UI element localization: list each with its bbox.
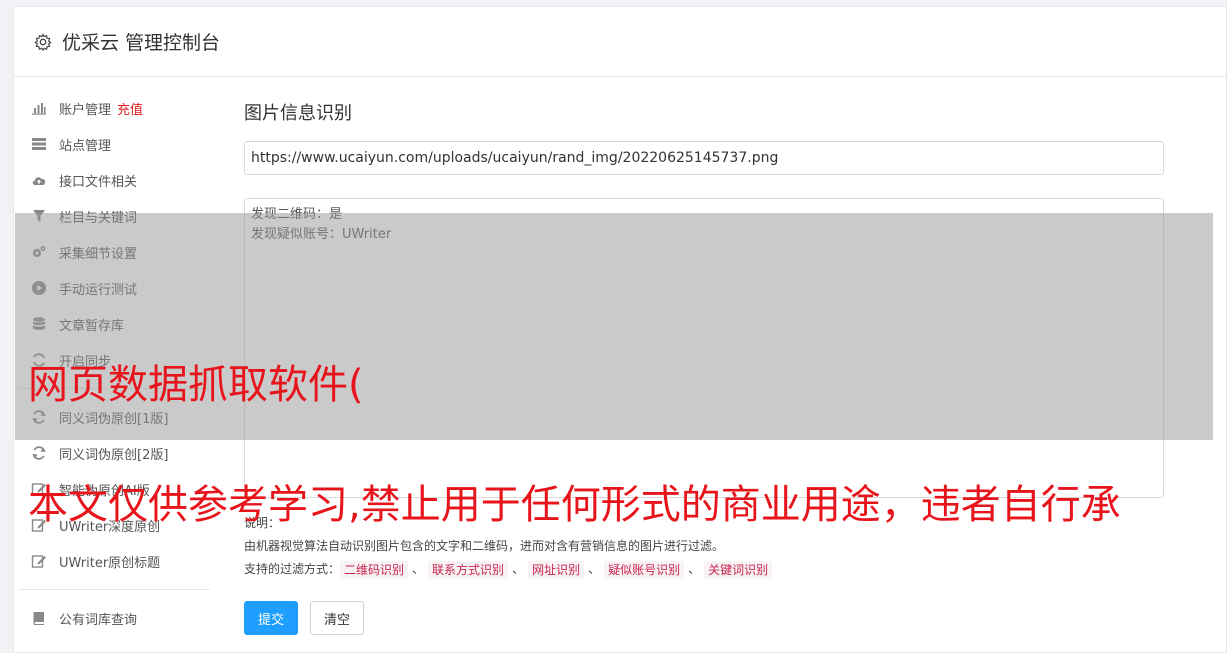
filter-label: 支持的过滤方式：: [244, 562, 341, 576]
cloud-upload-icon: [31, 172, 47, 188]
sidebar-item-label: 手动运行测试: [59, 282, 138, 298]
sidebar-item-uwriter-title[interactable]: UWriter原创标题: [18, 543, 210, 579]
filter-tag: 网址识别: [528, 560, 585, 579]
sidebar-item-label: 采集细节设置: [59, 246, 138, 262]
sidebar-item-interface[interactable]: 接口文件相关: [18, 162, 210, 198]
filter-tag: 联系方式识别: [428, 560, 509, 579]
filter-tag: 二维码识别: [340, 560, 409, 579]
edit-icon: [31, 553, 47, 569]
filter-separator: 、: [588, 562, 601, 576]
image-url-input[interactable]: [244, 141, 1164, 175]
section-title: 图片信息识别: [244, 103, 352, 124]
play-circle-icon: [31, 280, 47, 296]
filter-separator: 、: [412, 562, 425, 576]
header: 优采云 管理控制台: [14, 7, 1226, 77]
sidebar-item-collect-settings[interactable]: 采集细节设置: [18, 234, 210, 270]
filter-icon: [31, 208, 47, 224]
clear-button[interactable]: 清空: [310, 601, 364, 635]
filter-separator: 、: [512, 562, 525, 576]
refresh-icon: [31, 445, 47, 461]
watermark-text: 网页数据抓取软件(: [28, 362, 364, 408]
filter-tag: 关键词识别: [704, 560, 773, 579]
filter-methods: 支持的过滤方式： 二维码识别 、 联系方式识别 、 网址识别 、 疑似账号识别 …: [244, 558, 1164, 581]
sidebar-item-synonym-v2[interactable]: 同义词伪原创[2版]: [18, 435, 210, 471]
bar-chart-icon: [31, 100, 47, 116]
sidebar-item-label: 公有词库查询: [59, 612, 138, 628]
database-icon: [31, 316, 47, 332]
sidebar-item-label: 接口文件相关: [59, 174, 138, 190]
book-icon: [31, 610, 47, 626]
sidebar-item-article-store[interactable]: 文章暂存库: [18, 306, 210, 342]
sidebar-item-label: 同义词伪原创[2版]: [59, 447, 169, 463]
sidebar-item-label: 文章暂存库: [59, 318, 125, 334]
result-textarea[interactable]: 发现二维码：是 发现疑似账号：UWriter: [244, 198, 1164, 498]
sidebar-divider: [18, 589, 210, 590]
cogs-icon: [31, 244, 47, 260]
recharge-link[interactable]: 充值: [117, 99, 143, 118]
result-line: 发现二维码：是: [251, 207, 343, 222]
gear-icon: [34, 32, 52, 51]
sidebar-item-label: 账户管理: [59, 102, 112, 118]
action-buttons: 提交 清空: [244, 601, 1164, 635]
main-content: 图片信息识别 发现二维码：是 发现疑似账号：UWriter 说明： 由机器视觉算…: [244, 98, 1164, 635]
filter-tag: 疑似账号识别: [604, 560, 685, 579]
watermark-text: 本文仅供参考学习,禁止用于任何形式的商业用途，违者自行承: [28, 482, 1121, 528]
sidebar-item-keywords[interactable]: 栏目与关键词: [18, 198, 210, 234]
sidebar-item-sites[interactable]: 站点管理: [18, 126, 210, 162]
sidebar-item-manual-run[interactable]: 手动运行测试: [18, 270, 210, 306]
refresh-icon: [31, 409, 47, 425]
server-icon: [31, 136, 47, 152]
sidebar-item-label: UWriter原创标题: [59, 555, 161, 571]
sidebar-item-account[interactable]: 账户管理 充值: [18, 90, 210, 126]
sidebar-item-label: 同义词伪原创[1版]: [59, 411, 169, 427]
notes-description: 由机器视觉算法自动识别图片包含的文字和二维码，进而对含有营销信息的图片进行过滤。: [244, 539, 725, 553]
filter-separator: 、: [688, 562, 701, 576]
sidebar-item-label: 栏目与关键词: [59, 210, 138, 226]
sidebar-item-public-thesaurus[interactable]: 公有词库查询: [18, 600, 210, 636]
result-line: 发现疑似账号：UWriter: [251, 227, 392, 242]
sidebar-item-label: 站点管理: [59, 138, 112, 154]
submit-button[interactable]: 提交: [244, 601, 298, 635]
page-title: 优采云 管理控制台: [62, 32, 221, 54]
